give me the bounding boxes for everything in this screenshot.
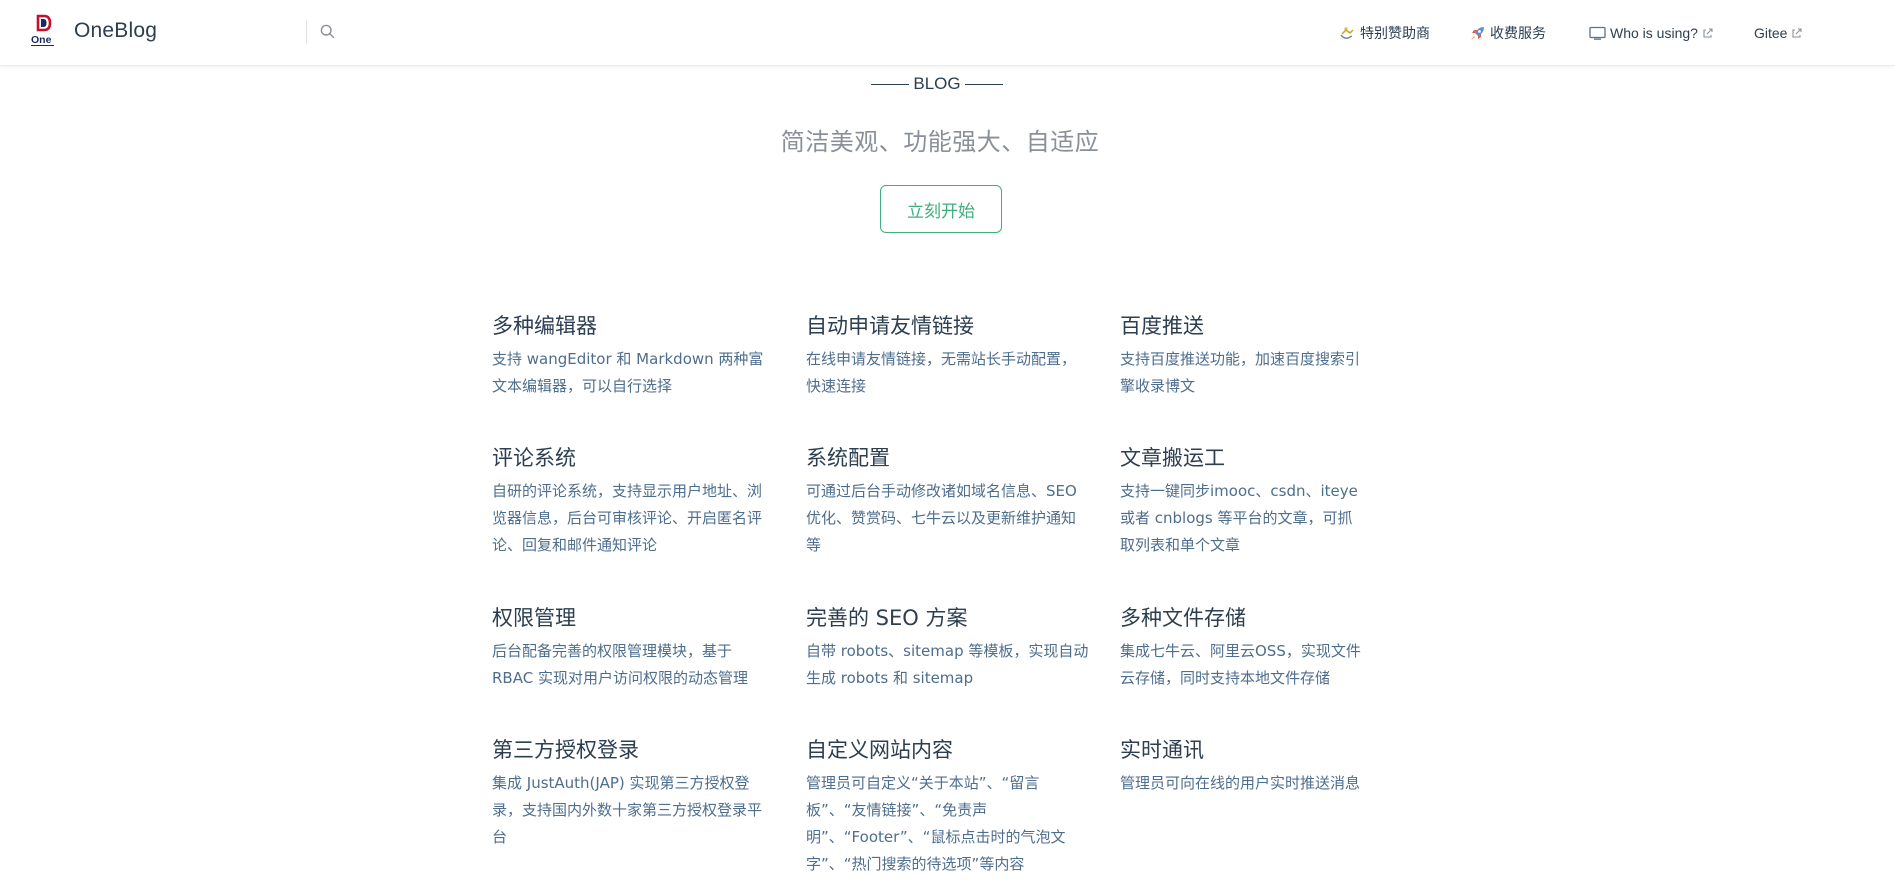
hero-description: 简洁美观、功能强大、自适应 (780, 128, 1100, 156)
feature-card: 评论系统 自研的评论系统，支持显示用户地址、浏览器信息，后台可审核评论、开启匿名… (492, 444, 806, 604)
feature-title: 实时通讯 (1120, 738, 1204, 762)
svg-text:One: One (31, 34, 52, 46)
nav-link-sponsors[interactable]: 特别赞助商 (1338, 23, 1430, 43)
get-started-button[interactable]: 立刻开始 (880, 185, 1002, 233)
nav-link-label: 收费服务 (1490, 25, 1546, 41)
feature-card: 完善的 SEO 方案 自带 robots、sitemap 等模板，实现自动生成 … (806, 604, 1120, 736)
feature-details: 支持一键同步imooc、csdn、iteye 或者 cnblogs 等平台的文章… (1120, 482, 1358, 554)
nav-link-label: Gitee (1753, 25, 1788, 41)
feature-title: 文章搬运工 (1120, 446, 1225, 470)
hero-tag: BLOG (870, 74, 1004, 94)
features-grid: 多种编辑器 支持 wangEditor 和 Markdown 两种富文本编辑器，… (492, 312, 1392, 896)
feature-title: 完善的 SEO 方案 (806, 606, 968, 630)
feature-title: 多种文件存储 (1120, 606, 1246, 630)
feature-details: 管理员可自定义“关于本站”、“留言板”、“友情链接”、“免责声明”、“Foote… (806, 774, 1066, 873)
feature-details: 后台配备完善的权限管理模块，基于 RBAC 实现对用户访问权限的动态管理 (492, 642, 748, 687)
feature-details: 可通过后台手动修改诸如域名信息、SEO优化、赞赏码、七牛云以及更新维护通知等 (806, 482, 1077, 554)
feature-card: 多种文件存储 集成七牛云、阿里云OSS，实现文件云存储，同时支持本地文件存储 (1120, 604, 1392, 736)
search-icon (320, 24, 335, 43)
feature-title: 系统配置 (806, 446, 890, 470)
nav-links: 特别赞助商 收费服务 Who is using? Gitee (1338, 0, 1803, 66)
navbar: One OneBlog 特别赞助商 收费服务 Who is using? Git… (0, 0, 1895, 66)
hero-tag-text: BLOG (913, 74, 961, 93)
sponsor-icon (1338, 24, 1356, 42)
feature-card: 系统配置 可通过后台手动修改诸如域名信息、SEO优化、赞赏码、七牛云以及更新维护… (806, 444, 1120, 604)
feature-title: 自定义网站内容 (806, 738, 953, 762)
nav-divider (306, 20, 307, 44)
feature-details: 集成七牛云、阿里云OSS，实现文件云存储，同时支持本地文件存储 (1120, 642, 1361, 687)
feature-card: 第三方授权登录 集成 JustAuth(JAP) 实现第三方授权登录，支持国内外… (492, 736, 806, 896)
feature-card: 多种编辑器 支持 wangEditor 和 Markdown 两种富文本编辑器，… (492, 312, 806, 444)
brand-name: OneBlog (74, 19, 158, 42)
home-link[interactable]: One OneBlog (30, 14, 157, 48)
feature-details: 管理员可向在线的用户实时推送消息 (1120, 774, 1361, 792)
feature-title: 评论系统 (492, 446, 576, 470)
search-button[interactable] (314, 20, 340, 46)
nav-link-who-is-using[interactable]: Who is using? (1588, 24, 1714, 42)
feature-title: 第三方授权登录 (492, 738, 639, 762)
external-link-icon (1702, 27, 1714, 39)
feature-card: 文章搬运工 支持一键同步imooc、csdn、iteye 或者 cnblogs … (1120, 444, 1392, 604)
feature-title: 多种编辑器 (492, 314, 597, 338)
feature-card: 实时通讯 管理员可向在线的用户实时推送消息 (1120, 736, 1392, 896)
feature-card: 自动申请友情链接 在线申请友情链接，无需站长手动配置，快速连接 (806, 312, 1120, 444)
rocket-icon (1468, 24, 1486, 42)
feature-details: 自研的评论系统，支持显示用户地址、浏览器信息，后台可审核评论、开启匿名评论、回复… (492, 482, 763, 554)
feature-card: 权限管理 后台配备完善的权限管理模块，基于 RBAC 实现对用户访问权限的动态管… (492, 604, 806, 736)
nav-link-paid-services[interactable]: 收费服务 (1468, 23, 1546, 43)
nav-link-label: Who is using? (1610, 25, 1698, 41)
feature-details: 支持百度推送功能，加速百度搜索引擎收录博文 (1120, 350, 1361, 395)
external-link-icon (1791, 27, 1803, 39)
nav-link-gitee[interactable]: Gitee (1754, 25, 1803, 41)
feature-title: 自动申请友情链接 (806, 314, 974, 338)
feature-title: 权限管理 (492, 606, 576, 630)
feature-card: 自定义网站内容 管理员可自定义“关于本站”、“留言板”、“友情链接”、“免责声明… (806, 736, 1120, 896)
feature-details: 在线申请友情链接，无需站长手动配置，快速连接 (806, 350, 1077, 395)
tag-line-right (964, 83, 1003, 85)
tag-line-left (871, 83, 910, 85)
nav-link-label: 特别赞助商 (1360, 25, 1430, 41)
oneblog-logo: One (30, 14, 56, 48)
feature-title: 百度推送 (1120, 314, 1204, 338)
feature-details: 自带 robots、sitemap 等模板，实现自动生成 robots 和 si… (806, 642, 1089, 687)
monitor-icon (1588, 24, 1606, 42)
feature-details: 集成 JustAuth(JAP) 实现第三方授权登录，支持国内外数十家第三方授权… (492, 774, 763, 846)
feature-details: 支持 wangEditor 和 Markdown 两种富文本编辑器，可以自行选择 (492, 350, 764, 395)
feature-card: 百度推送 支持百度推送功能，加速百度搜索引擎收录博文 (1120, 312, 1392, 444)
